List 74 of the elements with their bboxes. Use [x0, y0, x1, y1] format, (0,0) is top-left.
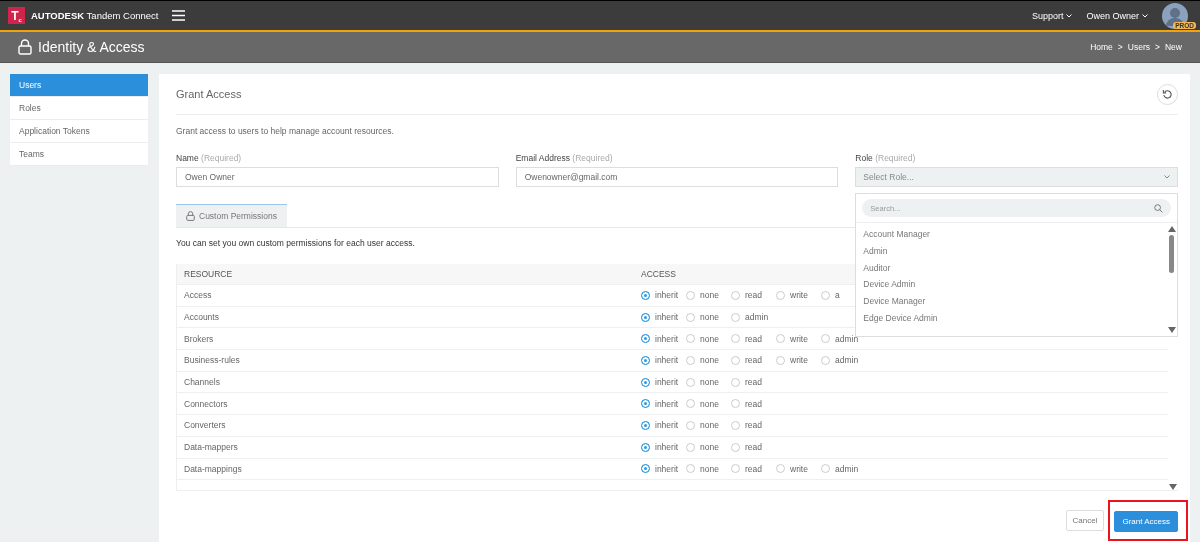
radio-option[interactable]: none	[686, 398, 731, 409]
breadcrumb-link[interactable]: New	[1165, 42, 1182, 52]
breadcrumb-separator: >	[1155, 42, 1160, 52]
radio-option[interactable]: read	[731, 420, 776, 431]
dropdown-option[interactable]: Auditor	[863, 259, 1167, 277]
resource-name: Data-mappings	[183, 463, 243, 474]
resource-name: Data-mappers	[183, 442, 239, 453]
radio-option[interactable]: inherit	[641, 333, 686, 344]
radio-option[interactable]: none	[686, 442, 731, 453]
radio-option[interactable]: admin	[821, 463, 866, 474]
radio-option[interactable]: read	[731, 290, 776, 301]
dropdown-option[interactable]: Device Admin	[863, 276, 1167, 294]
radio-option[interactable]: none	[686, 463, 731, 474]
resource-name: Business-rules	[183, 355, 241, 366]
page-title: Identity & Access	[38, 39, 145, 55]
dropdown-option[interactable]: Account Manager	[863, 226, 1167, 243]
radio-option[interactable]: write	[776, 290, 821, 301]
resource-name: Converters	[183, 420, 227, 431]
radio-option[interactable]: write	[776, 355, 821, 366]
resource-name: Brokers	[183, 333, 215, 344]
dropdown-option[interactable]: Device Manager	[863, 293, 1167, 310]
sidebar-item[interactable]: Users	[10, 74, 148, 97]
radio-option[interactable]: write	[776, 333, 821, 344]
radio-option[interactable]: read	[731, 377, 776, 388]
radio-option[interactable]: none	[686, 355, 731, 366]
radio-option[interactable]: read	[731, 355, 776, 366]
input-field[interactable]: Owen Owner	[176, 167, 499, 187]
radio-option[interactable]: inherit	[641, 463, 686, 474]
radio-option[interactable]: inherit	[641, 355, 686, 366]
resource-name: Channels	[183, 377, 221, 388]
radio-option[interactable]: write	[776, 463, 821, 474]
field-label: Name (Required)	[176, 153, 243, 163]
radio-option[interactable]: inherit	[641, 420, 686, 431]
section-title: Grant Access	[176, 88, 242, 100]
column-header: ACCESS	[641, 269, 676, 279]
section-description: Grant access to users to help manage account resources.	[176, 126, 395, 136]
radio-option[interactable]: admin	[731, 312, 776, 323]
radio-option[interactable]: admin	[821, 333, 866, 344]
radio-option[interactable]: read	[731, 463, 776, 474]
resource-name: Accounts	[183, 312, 220, 323]
input-field[interactable]: Owenowner@gmail.com	[515, 167, 839, 187]
radio-option[interactable]: none	[686, 333, 731, 344]
resource-name: Connectors	[183, 398, 229, 409]
top-menu[interactable]: Support	[1031, 10, 1073, 21]
role-select[interactable]: Select Role...	[855, 167, 1178, 187]
radio-option[interactable]: none	[686, 420, 731, 431]
logo-icon: T$_{c}$	[8, 7, 25, 24]
radio-option[interactable]: read	[731, 442, 776, 453]
brand-name: AUTODESK Tandem Connect	[31, 10, 159, 21]
breadcrumb-link[interactable]: Home	[1090, 42, 1113, 52]
radio-option[interactable]: inherit	[641, 398, 686, 409]
field-label: Email Address (Required)	[515, 153, 614, 163]
dropdown-option[interactable]: Admin	[863, 242, 1167, 260]
tab[interactable]: Custom Permissions	[176, 204, 287, 227]
radio-option[interactable]: inherit	[641, 442, 686, 453]
dropdown-option[interactable]: Edge Device Admin	[863, 310, 1167, 327]
top-menu[interactable]: Owen Owner	[1086, 10, 1148, 21]
radio-option[interactable]: inherit	[641, 290, 686, 301]
radio-option[interactable]: none	[686, 312, 731, 323]
radio-option[interactable]: inherit	[641, 377, 686, 388]
radio-option[interactable]: read	[731, 333, 776, 344]
radio-option[interactable]: none	[686, 290, 731, 301]
breadcrumb-link[interactable]: Users	[1127, 42, 1150, 52]
radio-option[interactable]: none	[686, 377, 731, 388]
radio-option[interactable]: read	[731, 398, 776, 409]
submit-button[interactable]: Grant Access	[1114, 511, 1178, 532]
breadcrumb-separator: >	[1117, 42, 1123, 52]
cancel-button[interactable]: Cancel	[1065, 510, 1105, 531]
field-label: Role (Required)	[855, 153, 917, 163]
permissions-description: You can set you own custom permissions for each user access.	[176, 238, 416, 248]
column-header: RESOURCE	[183, 269, 234, 279]
radio-option[interactable]: admin	[821, 355, 866, 366]
resource-name: Access	[183, 290, 213, 301]
radio-option[interactable]: inherit	[641, 312, 686, 323]
